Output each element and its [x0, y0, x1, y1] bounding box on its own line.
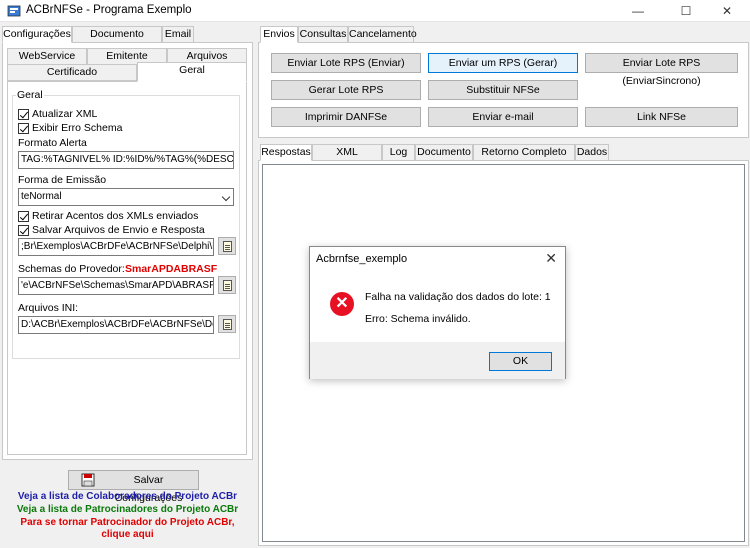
close-button[interactable]: ✕	[704, 0, 750, 22]
geral-group-label: Geral	[16, 89, 44, 101]
forma-emissao-label: Forma de Emissão	[18, 174, 107, 186]
title-bar: ACBrNFSe - Programa Exemplo — ☐ ✕	[0, 0, 750, 22]
enviar-um-rps-button[interactable]: Enviar um RPS (Gerar)	[428, 53, 578, 73]
tab-log[interactable]: Log	[382, 144, 415, 161]
link-patrocinadores[interactable]: Veja a lista de Patrocinadores do Projet…	[0, 504, 255, 515]
formato-alerta-input[interactable]: TAG:%TAGNIVEL% ID:%ID%/%TAG%(%DESCRI	[18, 151, 234, 169]
enviar-lote-sincrono-button[interactable]: Enviar Lote RPS (EnviarSincrono)	[585, 53, 738, 87]
minimize-button[interactable]: —	[615, 0, 661, 22]
enviar-lote-rps-button[interactable]: Enviar Lote RPS (Enviar)	[271, 53, 421, 73]
tab-webservice[interactable]: WebService	[7, 48, 87, 65]
link-nfse-button[interactable]: Link NFSe	[585, 107, 738, 127]
arquivos-ini-input[interactable]: D:\ACBr\Exemplos\ACBrDFe\ACBrNFSe\Delphi	[18, 316, 214, 334]
logs-path-input[interactable]: ;Br\Exemplos\ACBrDFe\ACBrNFSe\Delphi\Log…	[18, 238, 214, 256]
retirar-acentos-checkbox[interactable]	[18, 211, 29, 222]
schemas-path-input[interactable]: 'e\ACBrNFSe\Schemas\SmarAPD\ABRASFv204	[18, 277, 214, 295]
dialog-footer: OK	[310, 342, 565, 379]
tab-xml-resposta[interactable]: XML Resposta	[312, 144, 382, 173]
enviar-email-button[interactable]: Enviar e-mail	[428, 107, 578, 127]
tab-envios[interactable]: Envios	[260, 26, 298, 43]
tab-documento[interactable]: Documento	[415, 144, 473, 161]
error-dialog: Acbrnfse_exemplo ✕ ✕ Falha na validação …	[309, 246, 566, 379]
salvar-arquivos-label: Salvar Arquivos de Envio e Resposta	[32, 224, 205, 236]
exibir-erro-schema-checkbox[interactable]	[18, 123, 29, 134]
window-title: ACBrNFSe - Programa Exemplo	[26, 4, 192, 16]
maximize-button[interactable]: ☐	[663, 0, 709, 22]
app-icon	[7, 5, 21, 17]
tab-cancelamento[interactable]: Cancelamento	[348, 26, 417, 43]
dialog-close-icon[interactable]: ✕	[545, 250, 557, 267]
save-icon	[81, 473, 95, 487]
dialog-title: Acbrnfse_exemplo	[316, 253, 408, 265]
tab-email[interactable]: Email	[162, 26, 194, 43]
chevron-down-icon	[221, 192, 231, 202]
forma-emissao-value: teNormal	[21, 191, 62, 202]
tab-respostas[interactable]: Respostas	[260, 144, 312, 161]
folder-browse-icon	[223, 280, 232, 291]
browse-logs-button[interactable]	[218, 237, 236, 255]
imprimir-danfse-button[interactable]: Imprimir DANFSe	[271, 107, 421, 127]
ok-button[interactable]: OK	[489, 352, 552, 371]
exibir-erro-schema-label: Exibir Erro Schema	[32, 122, 123, 134]
tab-dados[interactable]: Dados	[575, 144, 609, 161]
forma-emissao-select[interactable]: teNormal	[18, 188, 234, 206]
formato-alerta-label: Formato Alerta	[18, 137, 87, 149]
link-clique-aqui[interactable]: clique aqui	[0, 529, 255, 540]
error-icon: ✕	[330, 292, 354, 316]
folder-browse-icon	[223, 241, 232, 252]
link-tornar-patrocinador[interactable]: Para se tornar Patrocinador do Projeto A…	[0, 517, 255, 528]
tab-certificado[interactable]: Certificado	[7, 64, 137, 81]
browse-ini-button[interactable]	[218, 315, 236, 333]
substituir-nfse-button[interactable]: Substituir NFSe	[428, 80, 578, 100]
tab-consultas[interactable]: Consultas	[298, 26, 348, 43]
salvar-arquivos-checkbox[interactable]	[18, 225, 29, 236]
link-colaboradores[interactable]: Veja a lista de Colaboradores do Projeto…	[0, 491, 255, 502]
tab-retorno-completo-ws[interactable]: Retorno Completo WS	[473, 144, 575, 173]
schemas-provider: SmarAPDABRASF	[125, 263, 218, 275]
envios-page: Enviar Lote RPS (Enviar) Enviar um RPS (…	[258, 42, 749, 138]
tab-configuracoes[interactable]: Configurações	[2, 26, 72, 43]
atualizar-xml-label: Atualizar XML	[32, 108, 98, 120]
configuracoes-page: WebService Emitente Arquivos Certificado…	[2, 42, 253, 460]
dialog-message-line2: Erro: Schema inválido.	[365, 313, 471, 325]
browse-schemas-button[interactable]	[218, 276, 236, 294]
retirar-acentos-label: Retirar Acentos dos XMLs enviados	[32, 210, 199, 222]
atualizar-xml-checkbox[interactable]	[18, 109, 29, 120]
config-panel: Configurações Documento Auxiliar Email W…	[0, 24, 255, 548]
schemas-label: Schemas do Provedor:	[18, 263, 125, 275]
dialog-message-line1: Falha na validação dos dados do lote: 1	[365, 291, 551, 303]
arquivos-ini-label: Arquivos INI:	[18, 302, 79, 314]
tab-documento-auxiliar[interactable]: Documento Auxiliar	[72, 26, 162, 55]
geral-page: Geral Atualizar XML Exibir Erro Schema F…	[7, 81, 247, 455]
gerar-lote-rps-button[interactable]: Gerar Lote RPS	[271, 80, 421, 100]
tab-geral[interactable]: Geral	[137, 62, 247, 82]
salvar-configuracoes-button[interactable]: Salvar Configurações	[68, 470, 199, 504]
folder-browse-icon	[223, 319, 232, 330]
